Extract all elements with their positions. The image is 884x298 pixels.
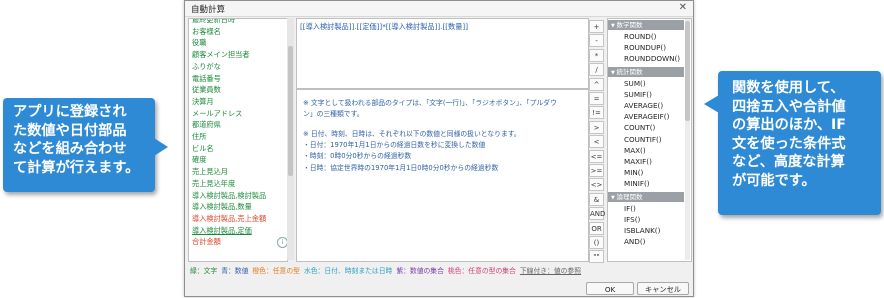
operator-button[interactable]: OR xyxy=(589,221,604,235)
field-item[interactable]: 売上見込月 xyxy=(192,167,228,177)
field-item[interactable]: 決算月 xyxy=(192,97,214,107)
operator-button[interactable]: > xyxy=(589,120,604,134)
function-group-label: 統計関数 xyxy=(616,67,643,76)
operator-button[interactable]: <> xyxy=(589,178,604,192)
function-item[interactable]: MINIF() xyxy=(624,179,650,188)
callout-right-text: 関数を使用して、 四捨五入や合計値 の算出のほか、IF 文を使った条件式 など、… xyxy=(732,80,846,189)
field-item[interactable]: ふりがな xyxy=(192,62,221,72)
function-list: ▼ 数学関数 ROUND() ROUNDUP() ROUNDDOWN() ▼ 統計関数 S… xyxy=(607,18,692,262)
color-legend: 緑：文字 青：数値 橙色：任意の型 水色：日付、時刻または日時 紫：数値の集合 桃色：任意… xyxy=(190,265,585,275)
callout-left-text: アプリに登録され た数値や日付部品 などを組み合わせ て計算が行えます。 xyxy=(13,104,140,176)
field-item[interactable]: 顧客メイン担当者 xyxy=(192,50,250,60)
function-item[interactable]: MAX() xyxy=(624,146,646,155)
operator-button[interactable]: - xyxy=(589,34,604,48)
function-item[interactable]: AVERAGE() xyxy=(624,101,663,110)
operator-button[interactable]: ^ xyxy=(589,77,604,91)
field-item[interactable]: 導入検討製品,検討製品 xyxy=(192,191,266,201)
function-item[interactable]: AVERAGEIF() xyxy=(624,112,669,121)
function-group-header[interactable]: ▼ 論理関数 xyxy=(608,191,684,202)
function-item[interactable]: IF() xyxy=(624,204,636,213)
operator-button[interactable]: AND xyxy=(589,207,605,221)
field-item[interactable]: ビル名 xyxy=(192,144,214,154)
function-item[interactable]: MIN() xyxy=(624,168,643,177)
function-item[interactable]: COUNT() xyxy=(624,123,655,132)
description-line: ※ 日付、時刻、日時は、それぞれ以下の数値と同様の扱いとなります。 xyxy=(303,130,521,138)
function-list-scroll-thumb[interactable] xyxy=(685,21,690,121)
field-item[interactable]: 住所 xyxy=(192,132,206,142)
callout-left: アプリに登録され た数値や日付部品 などを組み合わせ て計算が行えます。 xyxy=(3,98,168,192)
field-item[interactable]: 導入検討製品,売上金額 xyxy=(192,214,266,224)
function-item[interactable]: SUM() xyxy=(624,79,646,88)
legend-item: 緑：文字 xyxy=(190,267,218,275)
field-item[interactable]: 都道府県 xyxy=(192,120,221,130)
description-line: ・時刻：0時0分0秒からの経過秒数 xyxy=(303,152,412,160)
function-item[interactable]: ROUNDDOWN() xyxy=(624,54,680,63)
description-line: ※ 文字として扱われる部品のタイプは、「文字(一行)」、「ラジオボタン」、「プル… xyxy=(303,99,557,107)
description-line: ン」の三種類です。 xyxy=(303,110,364,118)
operator-button[interactable]: * xyxy=(589,48,604,62)
formula-text[interactable]: [[導入検討製品]].[[定価]]*[[導入検討製品]].[[数量]] xyxy=(300,22,468,32)
field-item[interactable]: 合計金額 xyxy=(192,237,221,247)
function-item[interactable]: ISBLANK() xyxy=(624,226,660,235)
legend-item: 紫：数値の集合 xyxy=(396,267,444,275)
field-item[interactable]: お客様名 xyxy=(192,27,221,37)
operator-button[interactable]: / xyxy=(589,63,604,77)
function-group-header[interactable]: ▼ 統計関数 xyxy=(608,66,684,77)
operator-button[interactable]: <= xyxy=(589,149,604,163)
field-item[interactable]: 売上見込年度 xyxy=(192,179,235,189)
legend-item: 青：数値 xyxy=(221,267,249,275)
legend-item: 下線付き：値の参照 xyxy=(519,267,582,275)
dialog-title: 自動計算 xyxy=(191,5,226,15)
field-list: 最終更新日時お客様名 役職顧客メイン担当者 ふりがな電話番号 従業員数決算月メールアド… xyxy=(188,18,288,262)
close-icon[interactable]: ✕ xyxy=(679,2,687,13)
field-item[interactable]: メールアドレス xyxy=(192,109,242,119)
operator-button[interactable]: () xyxy=(589,236,604,249)
cancel-button[interactable]: キャンセル xyxy=(637,282,689,295)
description-panel: ※ 文字として扱われる部品のタイプは、「文字(一行)」、「ラジオボタン」、「プル… xyxy=(296,89,589,262)
formula-editor[interactable]: [[導入検討製品]].[[定価]]*[[導入検討製品]].[[数量]] xyxy=(296,18,589,89)
field-list-scroll-thumb[interactable] xyxy=(288,46,293,176)
field-list-scrollbar[interactable] xyxy=(287,18,294,260)
callout-right: 関数を使用して、 四捨五入や合計値 の算出のほか、IF 文を使った条件式 など、… xyxy=(704,71,881,215)
description-line: ・日時：協定世界時の1970年1月1日0時0分0秒からの経過秒数 xyxy=(303,164,499,172)
legend-item: 橙色：任意の型 xyxy=(252,267,300,275)
legend-item: 桃色：任意の型の集合 xyxy=(447,267,516,275)
operator-button[interactable]: != xyxy=(589,106,604,120)
function-item[interactable]: ROUND() xyxy=(624,32,656,41)
function-item[interactable]: COUNTIF() xyxy=(624,135,662,144)
function-item[interactable]: IFS() xyxy=(624,215,640,224)
ok-button[interactable]: OK xyxy=(586,282,634,295)
operator-button[interactable]: < xyxy=(589,135,604,149)
field-item[interactable]: 導入検討製品,数量 xyxy=(192,202,252,212)
callout-right-tail xyxy=(704,95,719,113)
field-item[interactable]: 導入検討製品,定価 xyxy=(192,226,252,236)
function-item[interactable]: ROUNDUP() xyxy=(624,43,666,52)
field-item[interactable]: 電話番号 xyxy=(192,74,221,84)
field-item[interactable]: 役職 xyxy=(192,38,206,48)
operator-button[interactable]: & xyxy=(589,192,604,206)
dialog-titlebar: 自動計算 ✕ xyxy=(185,1,693,17)
operator-button[interactable]: >= xyxy=(589,164,604,177)
function-group-label: 論理関数 xyxy=(616,192,643,201)
description-line: ・日付：1970年1月1日からの経過日数を秒に変換した数値 xyxy=(303,141,486,149)
function-list-scrollbar[interactable] xyxy=(685,19,690,260)
operator-button[interactable]: + xyxy=(589,20,604,33)
legend-item: 水色：日付、時刻または日時 xyxy=(303,267,393,275)
function-item[interactable]: MAXIF() xyxy=(624,157,652,166)
auto-calc-dialog: 自動計算 ✕ 最終更新日時お客様名 役職顧客メイン担当者 ふりがな電話番号 従業員数決… xyxy=(184,0,694,297)
operator-button[interactable]: = xyxy=(589,92,604,105)
callout-left-tail xyxy=(154,138,168,156)
field-item[interactable]: 最終更新日時 xyxy=(192,19,235,25)
function-item[interactable]: SUMIF() xyxy=(624,90,652,99)
field-item[interactable]: 確度 xyxy=(192,155,206,165)
function-group-header[interactable]: ▼ 数学関数 xyxy=(608,20,684,30)
operator-buttons: + - * / ^ = != > < <= >= <> & AND OR() "" xyxy=(589,18,605,264)
function-item[interactable]: AND() xyxy=(624,237,645,246)
function-group-label: 数学関数 xyxy=(616,21,643,29)
operator-button[interactable]: "" xyxy=(589,250,604,264)
field-item[interactable]: 従業員数 xyxy=(192,85,221,95)
